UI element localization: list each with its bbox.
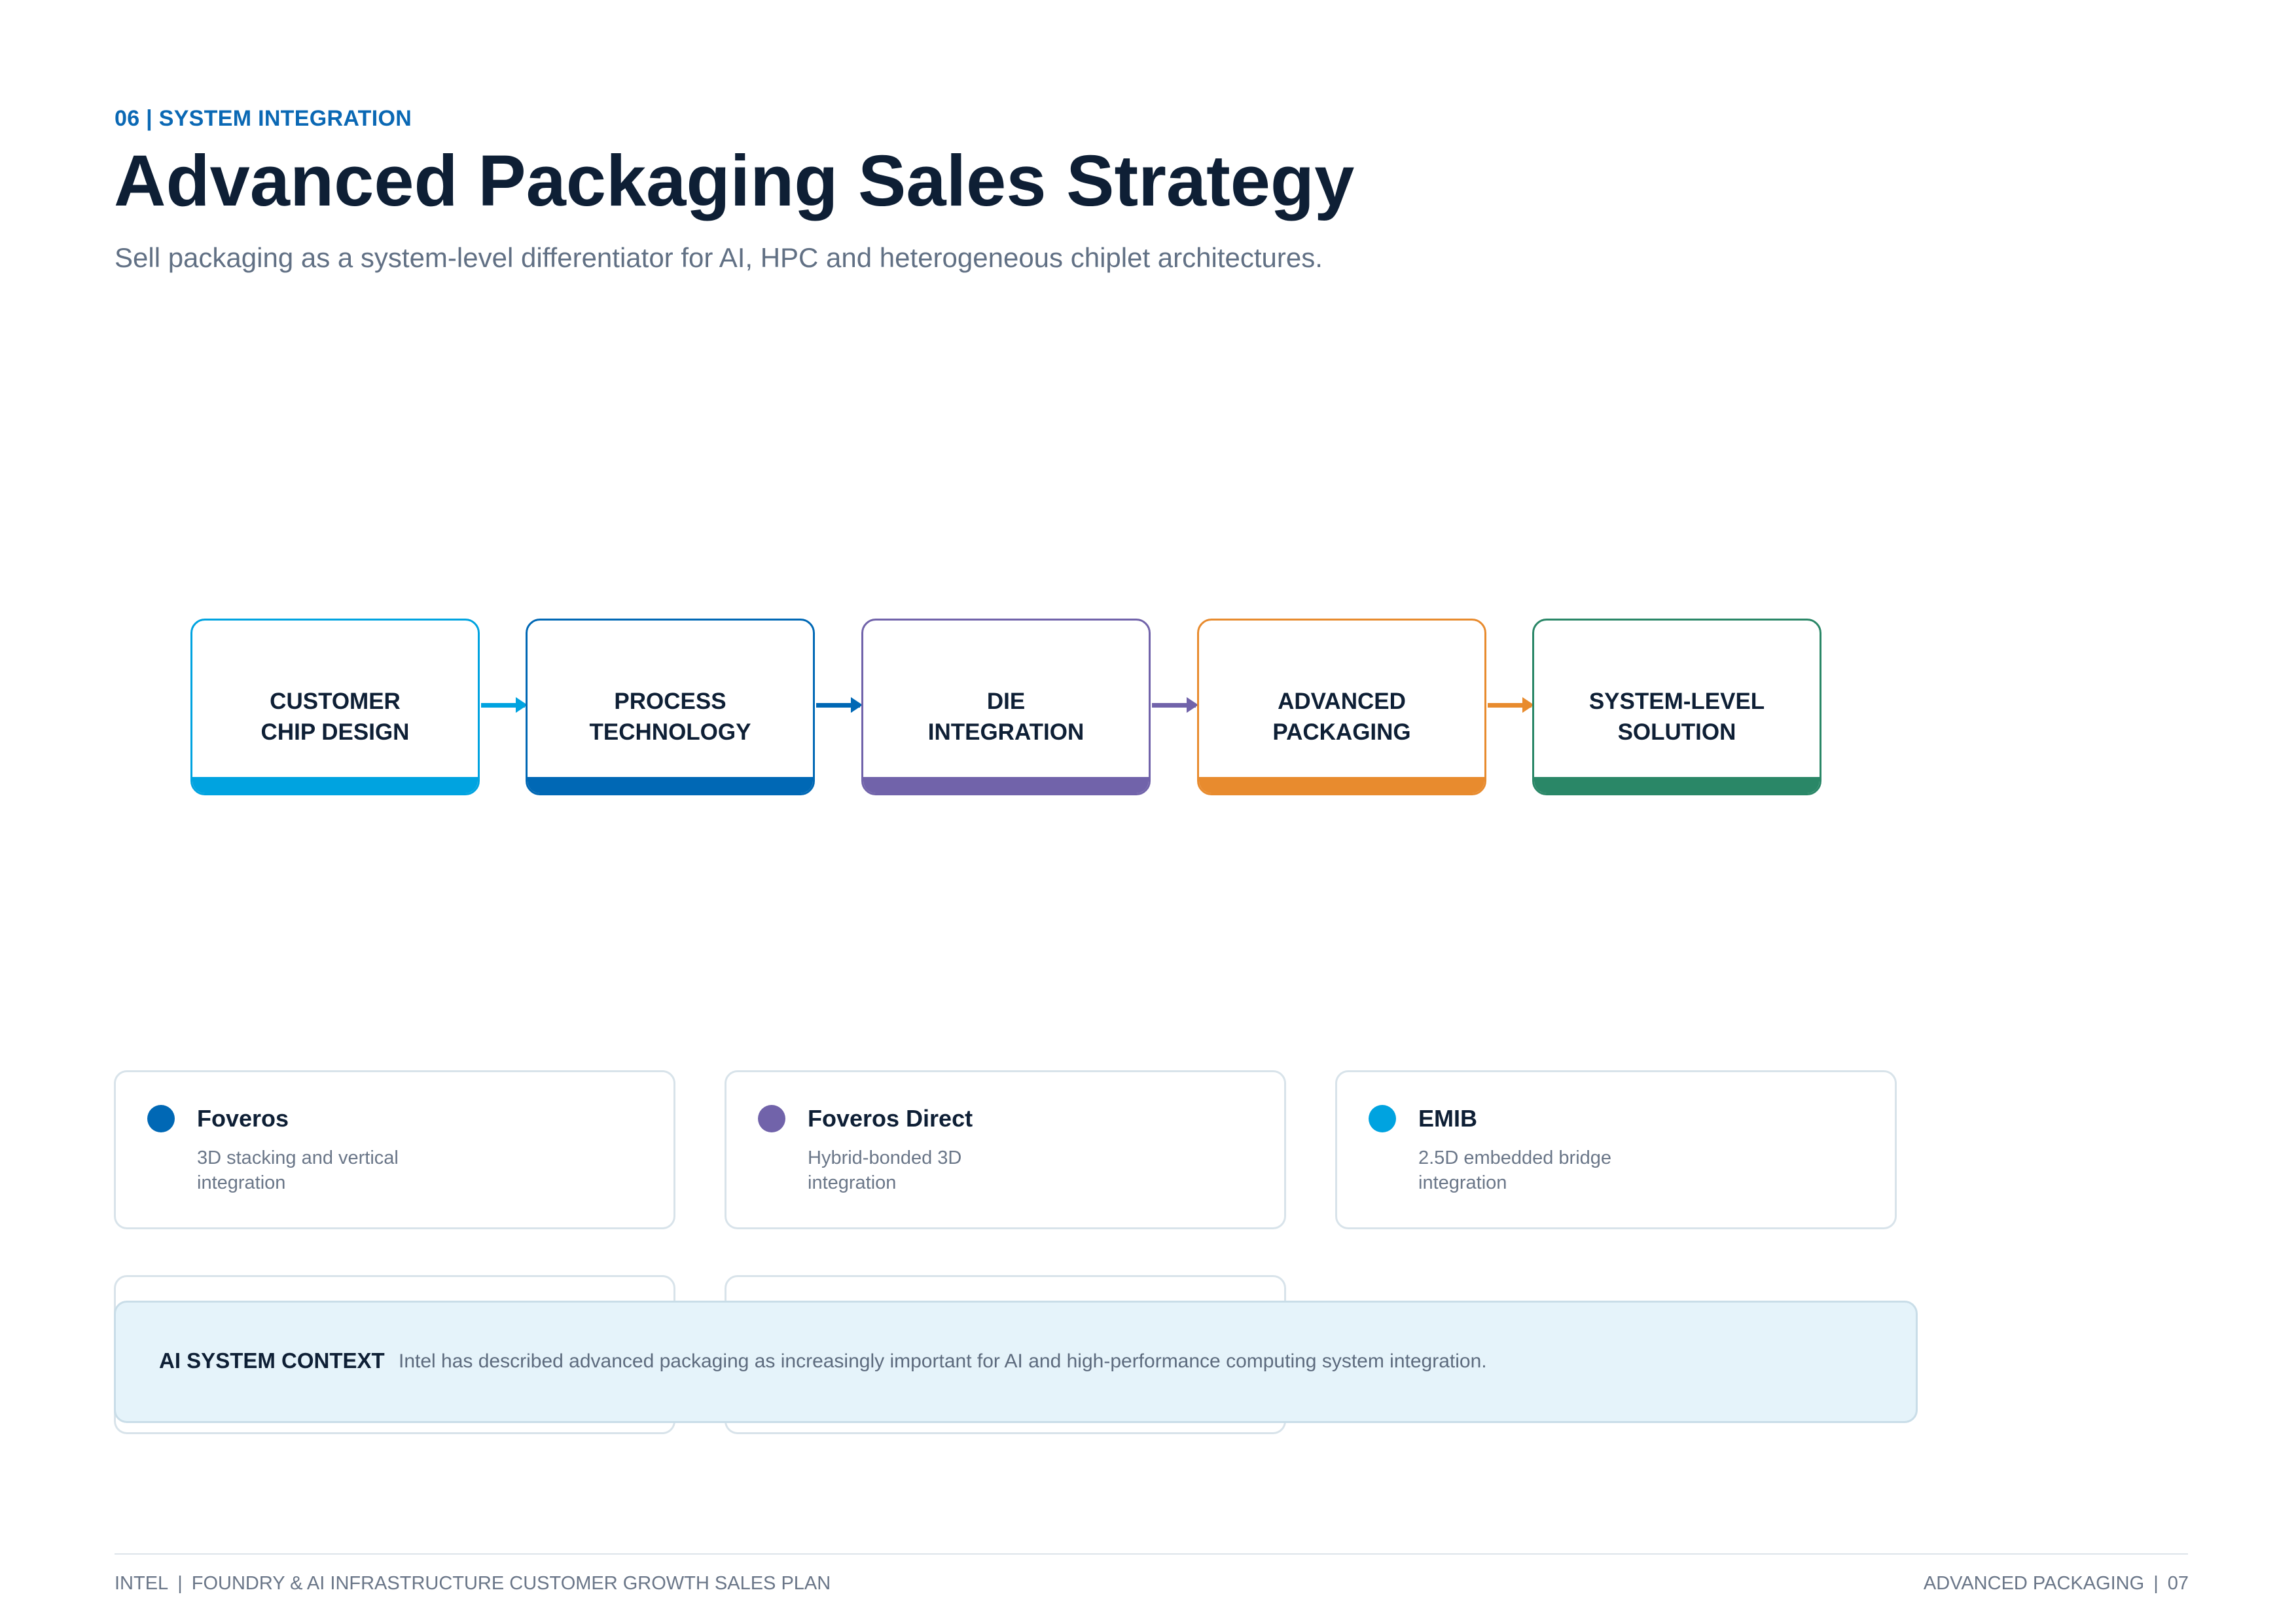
footer-separator: | (177, 1573, 183, 1594)
emib-dot-icon (1369, 1105, 1396, 1132)
flow-step-label-line2: CHIP DESIGN (260, 719, 410, 745)
tech-card-title: Foveros Direct (808, 1105, 973, 1132)
flow-step-accent-bar (1534, 777, 1820, 793)
flow-step-label-line2: PACKAGING (1272, 719, 1411, 745)
foveros-dot-icon (147, 1105, 175, 1132)
flow-step-label-line2: TECHNOLOGY (589, 719, 751, 745)
flow-step-system-level-solution: SYSTEM-LEVEL SOLUTION (1532, 619, 1821, 795)
foveros-direct-dot-icon (758, 1105, 785, 1132)
flow-step-process-technology: PROCESS TECHNOLOGY (526, 619, 815, 795)
tech-card-emib: EMIB 2.5D embedded bridge integration (1335, 1070, 1897, 1229)
tech-card-description: Hybrid-bonded 3D integration (808, 1147, 962, 1193)
flow-step-accent-bar (863, 777, 1149, 793)
flow-step-label-line1: DIE (986, 689, 1026, 714)
ai-system-context-callout: AI SYSTEM CONTEXT Intel has described ad… (114, 1301, 1918, 1423)
footer-separator: | (2153, 1573, 2159, 1594)
footer-right: ADVANCED PACKAGING | 07 (1924, 1573, 2189, 1595)
footer-left: INTEL | FOUNDRY & AI INFRASTRUCTURE CUSTOM… (115, 1573, 831, 1595)
flow-step-accent-bar (1199, 777, 1484, 793)
tech-card-foveros-direct: Foveros Direct Hybrid-bonded 3D integrat… (725, 1070, 1286, 1229)
tech-card-description: 3D stacking and vertical integration (197, 1147, 399, 1193)
footer-divider (115, 1553, 2188, 1555)
flow-step-label-line1: ADVANCED (1278, 689, 1406, 714)
tech-card-foveros: Foveros 3D stacking and vertical integra… (114, 1070, 675, 1229)
flow-arrow (1152, 697, 1198, 713)
flow-step-die-integration: DIE INTEGRATION (861, 619, 1151, 795)
flow-arrow (1488, 697, 1534, 713)
flow-step-label-line2: SOLUTION (1617, 719, 1736, 745)
footer-plan-title: FOUNDRY & AI INFRASTRUCTURE CUSTOMER GRO… (191, 1573, 831, 1594)
flow-step-label-line2: INTEGRATION (927, 719, 1085, 745)
tech-card-title: EMIB (1418, 1105, 1477, 1132)
flow-step-label-line1: PROCESS (614, 689, 726, 714)
flow-step-customer-chip-design: CUSTOMER CHIP DESIGN (190, 619, 480, 795)
flow-step-accent-bar (192, 777, 478, 793)
tech-card-title: Foveros (197, 1105, 289, 1132)
flow-step-label-line1: SYSTEM-LEVEL (1588, 689, 1765, 714)
flow-step-accent-bar (528, 777, 813, 793)
flow-arrow (481, 697, 528, 713)
flow-step-label-line1: CUSTOMER (270, 689, 401, 714)
footer-company: INTEL (115, 1573, 169, 1594)
section-label: 06 | SYSTEM INTEGRATION (115, 106, 412, 131)
page-subtitle: Sell packaging as a system-level differe… (115, 242, 1323, 273)
flow-step-advanced-packaging: ADVANCED PACKAGING (1197, 619, 1486, 795)
context-text: Intel has described advanced packaging a… (399, 1350, 1487, 1372)
context-label: AI SYSTEM CONTEXT (159, 1348, 385, 1373)
page-title: Advanced Packaging Sales Strategy (114, 141, 1355, 221)
page-number: 07 (2167, 1573, 2189, 1594)
tech-card-description: 2.5D embedded bridge integration (1418, 1147, 1612, 1193)
flow-arrow (816, 697, 863, 713)
footer-section: ADVANCED PACKAGING (1923, 1573, 2145, 1594)
